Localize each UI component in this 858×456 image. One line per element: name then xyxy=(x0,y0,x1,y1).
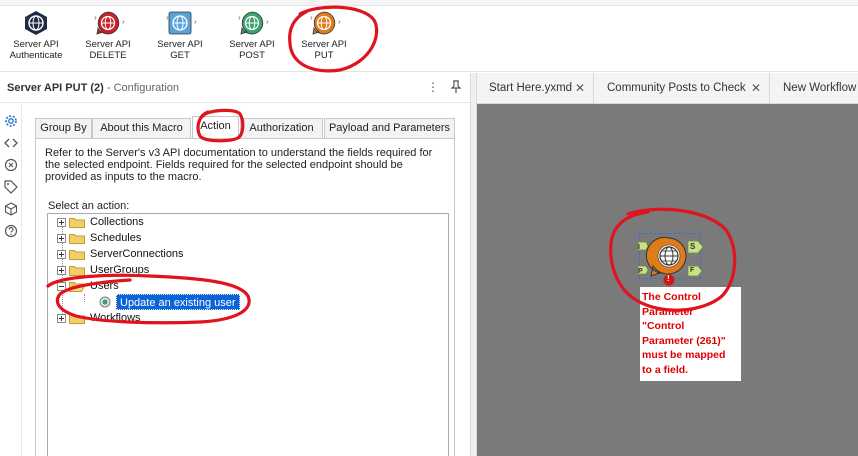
action-tree: Collections Schedules ServerConnections … xyxy=(47,213,449,456)
doc-tab-start-here[interactable]: Start Here.yxmd ✕ xyxy=(477,73,594,104)
collapse-icon[interactable] xyxy=(57,282,66,291)
doc-tab-community-posts[interactable]: Community Posts to Check ✕ xyxy=(595,73,770,104)
tool-server-api-post[interactable]: Server API POST xyxy=(216,10,288,61)
tool-instance-name: Server API PUT (2) xyxy=(7,82,104,94)
chevron-right-icon: › xyxy=(94,13,97,22)
code-icon[interactable] xyxy=(4,136,18,150)
server-api-put-node[interactable] xyxy=(636,236,706,286)
configuration-body: Group By About this Macro Action Authori… xyxy=(22,104,470,456)
doc-tab-label: New Workflow xyxy=(783,82,857,94)
tree-node-collections[interactable]: Collections xyxy=(57,214,437,230)
tab-authorization[interactable]: Authorization xyxy=(240,118,323,138)
doc-tab-label: Start Here.yxmd xyxy=(489,82,573,94)
folder-icon xyxy=(69,234,85,244)
close-icon[interactable]: ✕ xyxy=(575,73,585,103)
tree-node-label: ServerConnections xyxy=(90,248,184,260)
tool-server-api-put[interactable]: Server API PUT xyxy=(288,10,360,61)
help-icon[interactable] xyxy=(4,224,18,238)
pane-splitter[interactable] xyxy=(470,73,477,456)
tool-server-api-authenticate[interactable]: Server API Authenticate xyxy=(0,10,72,61)
chevron-right-icon: › xyxy=(166,13,169,22)
document-tabs: Start Here.yxmd ✕ Community Posts to Che… xyxy=(477,73,858,104)
action-tab-panel: Refer to the Server's v3 API documentati… xyxy=(35,138,455,456)
tab-group-by[interactable]: Group By xyxy=(35,118,92,138)
anchor-s-label: S xyxy=(690,242,696,251)
tree-node-label: Users xyxy=(90,280,119,292)
tree-node-schedules[interactable]: Schedules xyxy=(57,230,437,246)
tree-node-users[interactable]: Users xyxy=(57,278,437,294)
put-tool-icon xyxy=(312,11,336,35)
tag-icon[interactable] xyxy=(4,180,18,194)
doc-tab-new-workflow[interactable]: New Workflow xyxy=(771,73,858,104)
tab-action[interactable]: Action xyxy=(192,116,239,138)
tool-label: Server API PUT xyxy=(301,39,347,61)
tree-leaf-update-user[interactable]: Update an existing user xyxy=(57,294,437,310)
tree-node-usergroups[interactable]: UserGroups xyxy=(57,262,437,278)
configuration-title: Server API PUT (2) - Configuration xyxy=(7,82,179,94)
error-message: The Control Parameter "Control Parameter… xyxy=(640,287,741,381)
open-folder-icon xyxy=(69,282,85,292)
chevron-right-icon: › xyxy=(25,13,28,22)
pin-icon[interactable] xyxy=(449,80,463,97)
tree-node-label: Workflows xyxy=(90,312,141,324)
tool-palette: Server API Authenticate Server API DELET… xyxy=(0,0,858,72)
chevron-right-icon: › xyxy=(194,17,197,26)
action-leaf-icon xyxy=(99,296,111,308)
tree-node-serverconnections[interactable]: ServerConnections xyxy=(57,246,437,262)
anchor-f-label: F xyxy=(690,267,695,274)
tree-node-label: Schedules xyxy=(90,232,142,244)
tool-server-api-delete[interactable]: Server API DELETE xyxy=(72,10,144,61)
config-side-rail xyxy=(0,104,22,456)
action-description: Refer to the Server's v3 API documentati… xyxy=(45,147,433,183)
delete-tool-icon xyxy=(96,11,120,35)
anchor-p-label: P xyxy=(638,268,643,275)
selected-action-label: Update an existing user xyxy=(116,294,240,310)
tool-label: Server API POST xyxy=(229,39,275,61)
select-action-label: Select an action: xyxy=(48,200,130,212)
anchor-i-label: I xyxy=(638,244,640,251)
tool-label: Server API DELETE xyxy=(85,39,131,61)
close-icon[interactable]: ✕ xyxy=(751,73,761,103)
tree-node-workflows[interactable]: Workflows xyxy=(57,310,437,326)
palette-category-strip xyxy=(0,0,858,6)
chevron-right-icon: › xyxy=(238,13,241,22)
tool-label: Server API GET xyxy=(157,39,203,61)
tab-about-this-macro[interactable]: About this Macro xyxy=(92,118,191,138)
configuration-subtitle: - Configuration xyxy=(103,82,180,94)
tool-server-api-get[interactable]: Server API GET xyxy=(144,10,216,61)
cube-icon[interactable] xyxy=(4,202,18,216)
expand-icon[interactable] xyxy=(57,266,66,275)
expand-icon[interactable] xyxy=(57,250,66,259)
error-badge-icon: ! xyxy=(667,274,670,283)
expand-icon[interactable] xyxy=(57,314,66,323)
tab-payload-and-parameters[interactable]: Payload and Parameters xyxy=(324,118,455,138)
chevron-right-icon: › xyxy=(266,17,269,26)
folder-icon xyxy=(69,314,85,324)
get-tool-icon xyxy=(168,11,192,35)
doc-tab-label: Community Posts to Check xyxy=(607,82,746,94)
folder-icon xyxy=(69,250,85,260)
expand-icon[interactable] xyxy=(57,234,66,243)
tool-label: Server API Authenticate xyxy=(9,39,63,61)
folder-icon xyxy=(69,266,85,276)
chevron-right-icon: › xyxy=(338,17,341,26)
folder-icon xyxy=(69,218,85,228)
tree-node-label: UserGroups xyxy=(90,264,150,276)
configuration-header: Server API PUT (2) - Configuration ⋮ xyxy=(0,73,470,103)
more-options-icon[interactable]: ⋮ xyxy=(426,80,440,94)
annotation-icon[interactable] xyxy=(4,158,18,172)
expand-icon[interactable] xyxy=(57,218,66,227)
post-tool-icon xyxy=(240,11,264,35)
tree-node-label: Collections xyxy=(90,216,144,228)
chevron-right-icon: › xyxy=(122,17,125,26)
chevron-right-icon: › xyxy=(310,13,313,22)
gear-icon[interactable] xyxy=(4,114,18,128)
